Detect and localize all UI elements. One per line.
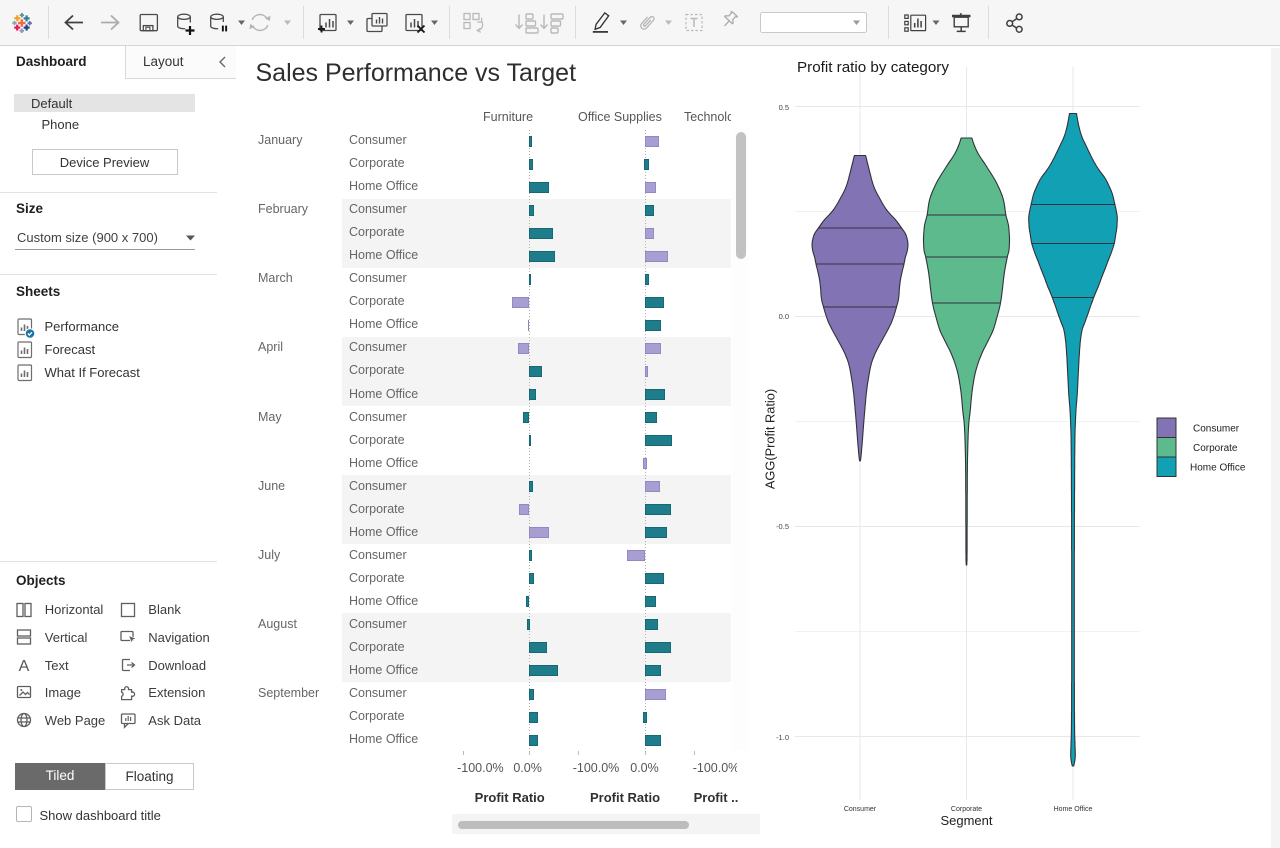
svg-text:A: A [19, 658, 30, 674]
svg-text:Consumer: Consumer [1193, 424, 1240, 435]
svg-text:Corporate: Corporate [1193, 443, 1238, 454]
svg-text:Segment: Segment [940, 813, 992, 828]
svg-text:Home Office: Home Office [1190, 463, 1246, 474]
svg-text:-1.0: -1.0 [776, 733, 789, 742]
svg-text:0.5: 0.5 [779, 103, 789, 112]
svg-text:Corporate: Corporate [951, 806, 982, 813]
svg-text:AGG(Profit Ratio): AGG(Profit Ratio) [763, 389, 778, 489]
svg-text:0.0: 0.0 [779, 312, 789, 321]
svg-text:-0.5: -0.5 [776, 522, 789, 531]
svg-text:Consumer: Consumer [844, 806, 877, 813]
svg-text:Profit ratio by category: Profit ratio by category [797, 59, 949, 76]
svg-text:Home Office: Home Office [1054, 806, 1093, 813]
